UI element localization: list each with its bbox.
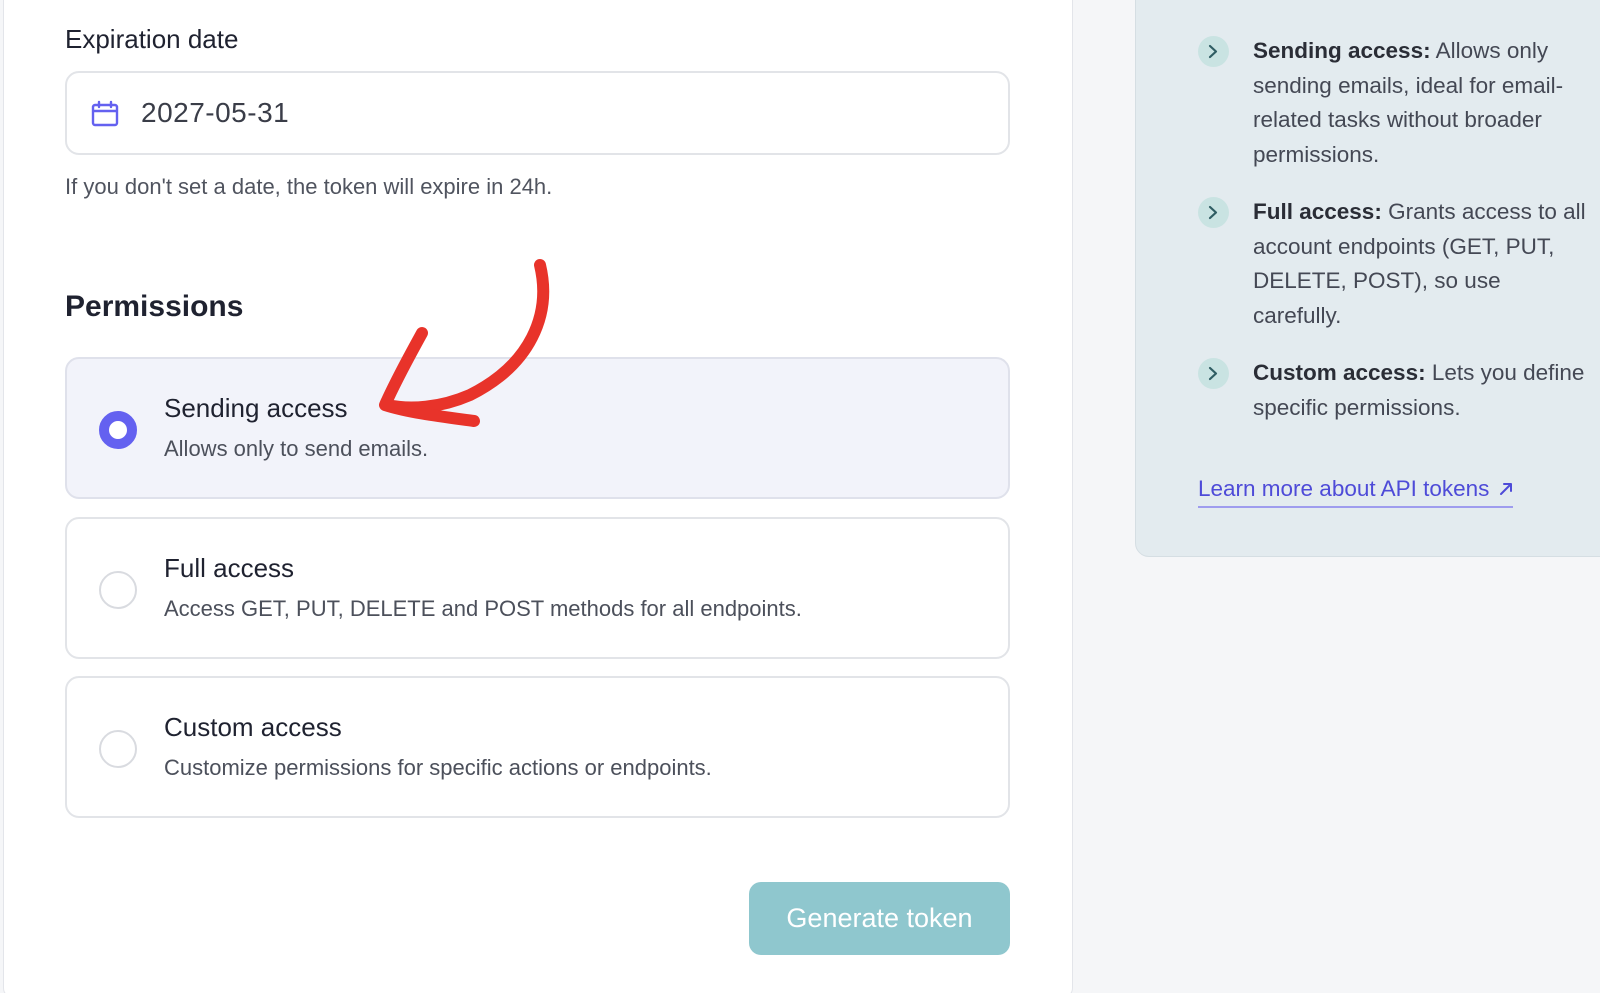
expiration-date-label: Expiration date [65,24,239,54]
option-title: Sending access [164,393,348,423]
chevron-right-icon [1198,197,1229,228]
annotation-arrow-icon [379,259,550,427]
external-link-icon [1500,483,1513,495]
learn-more-link[interactable]: Learn more about API tokens [1198,476,1514,508]
info-item-text: Custom access: Lets you define specific … [1253,360,1585,420]
page: Expiration date 2027-05-31 If you don't … [0,0,1600,993]
expiration-hint: If you don't set a date, the token will … [65,174,553,199]
info-item-text: Sending access: Allows only sending emai… [1253,38,1564,167]
permissions-title: Permissions [65,290,244,323]
radio-custom[interactable] [99,730,137,768]
permission-option-full[interactable]: Full access Access GET, PUT, DELETE and … [65,517,1010,659]
radio-sending-selected[interactable] [99,411,137,449]
calendar-icon [91,100,119,127]
expiration-date-input[interactable]: 2027-05-31 [65,71,1010,155]
option-description: Access GET, PUT, DELETE and POST methods… [164,596,802,621]
option-title: Full access [164,553,295,583]
expiration-date-value: 2027-05-31 [141,97,290,128]
generate-token-button[interactable]: Generate token [749,882,1010,955]
permission-option-custom[interactable]: Custom access Customize permissions for … [65,676,1010,818]
option-title: Custom access [164,712,342,742]
radio-full[interactable] [99,571,137,609]
learn-more-label: Learn more about API tokens [1198,476,1490,501]
info-item-text: Full access: Grants access to all accoun… [1253,199,1586,328]
option-description: Customize permissions for specific actio… [164,755,712,780]
chevron-right-icon [1198,358,1229,389]
chevron-right-icon [1198,36,1229,67]
